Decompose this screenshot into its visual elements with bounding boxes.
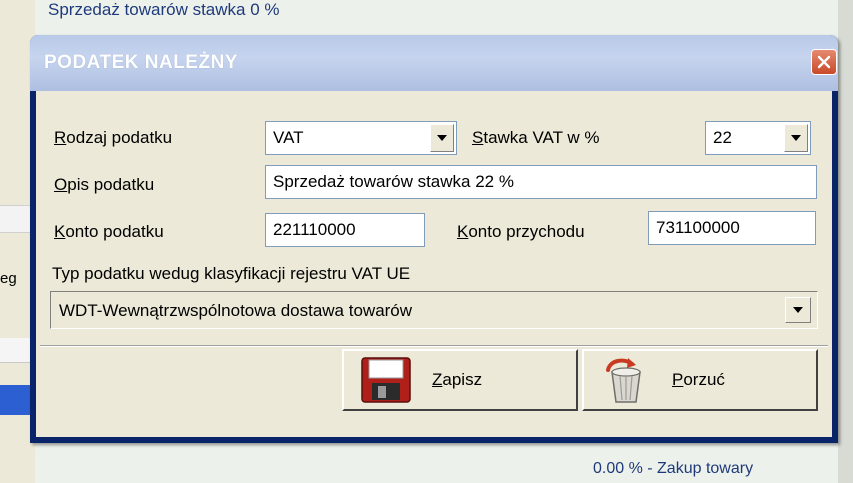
chevron-down-icon [793, 307, 803, 313]
stawka-vat-value: 22 [713, 128, 732, 147]
dialog-title: PODATEK NALEŻNY [44, 52, 238, 73]
cancel-button[interactable]: Porzuć [582, 349, 818, 411]
rodzaj-podatku-value: VAT [273, 128, 304, 147]
stawka-vat-label: Stawka VAT w % [472, 128, 600, 147]
typ-podatku-label: Typ podatku wedug klasyfikacji rejestru … [52, 264, 411, 283]
rodzaj-dropdown-button[interactable] [430, 124, 454, 152]
konto-przychodu-label: Konto przychodu [457, 222, 585, 241]
typ-podatku-value: WDT-Wewnątrzwspólnotowa dostawa towarów [59, 301, 413, 320]
rodzaj-podatku-select[interactable]: VAT [265, 121, 457, 155]
chevron-down-icon [791, 135, 801, 141]
floppy-disk-icon [361, 357, 411, 403]
dialog-body: Rodzaj podatku VAT Stawka VAT w % 22 Opi… [36, 91, 832, 437]
rodzaj-podatku-label: Rodzaj podatku [54, 128, 173, 147]
background-left-label: eg [0, 270, 17, 287]
dialog-titlebar[interactable]: PODATEK NALEŻNY [30, 35, 838, 91]
trash-bin-icon [606, 358, 641, 403]
cancel-button-label: Porzuć [672, 370, 725, 389]
close-icon [817, 55, 831, 69]
konto-podatku-input[interactable]: 221110000 [265, 213, 425, 247]
close-button[interactable] [811, 49, 837, 75]
background-row-text: Sprzedaż towarów stawka 0 % [48, 0, 280, 19]
background-scroll-edge [838, 0, 853, 483]
stawka-vat-select[interactable]: 22 [705, 121, 811, 155]
background-bottom-text: 0.00 % - Zakup towary [593, 460, 754, 477]
divider [40, 345, 828, 347]
konto-przychodu-input[interactable]: 731100000 [648, 211, 816, 245]
tax-dialog: PODATEK NALEŻNY Rodzaj podatku VAT Stawk… [30, 35, 838, 443]
save-button[interactable]: Zapisz [342, 349, 578, 411]
stawka-dropdown-button[interactable] [784, 124, 808, 152]
opis-podatku-label: Opis podatku [54, 175, 155, 194]
opis-podatku-input[interactable]: Sprzedaż towarów stawka 22 % [265, 165, 817, 199]
chevron-down-icon [437, 135, 447, 141]
save-button-label: Zapisz [432, 370, 483, 389]
konto-podatku-label: Konto podatku [54, 222, 164, 241]
typ-podatku-select[interactable]: WDT-Wewnątrzwspólnotowa dostawa towarów [50, 291, 818, 329]
typ-dropdown-button[interactable] [785, 297, 811, 323]
